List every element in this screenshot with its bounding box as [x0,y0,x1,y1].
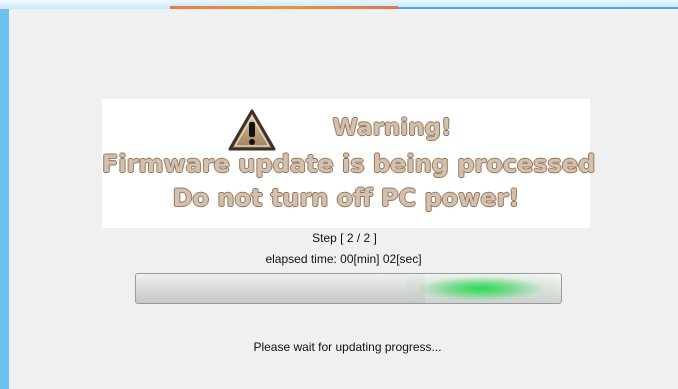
window-top-bar [0,0,678,10]
power-warning-message: Do not turn off PC power! [172,184,520,212]
step-indicator: Step [ 2 / 2 ] [312,231,377,245]
warning-title: Warning! [332,115,452,141]
status-message: Please wait for updating progress... [253,340,442,354]
progress-green-glow [406,274,556,303]
top-bar-left-highlight [0,0,170,9]
elapsed-time: elapsed time: 00[min] 02[sec] [265,252,422,266]
firmware-update-window: Warning! Firmware update is being proces… [0,0,678,389]
progress-fill [136,274,425,303]
warning-panel: Warning! Firmware update is being proces… [102,99,596,228]
firmware-processing-message: Firmware update is being processed [102,150,596,178]
firmware-progress-bar [135,273,562,304]
dialog-client-area: Warning! Firmware update is being proces… [9,9,678,389]
